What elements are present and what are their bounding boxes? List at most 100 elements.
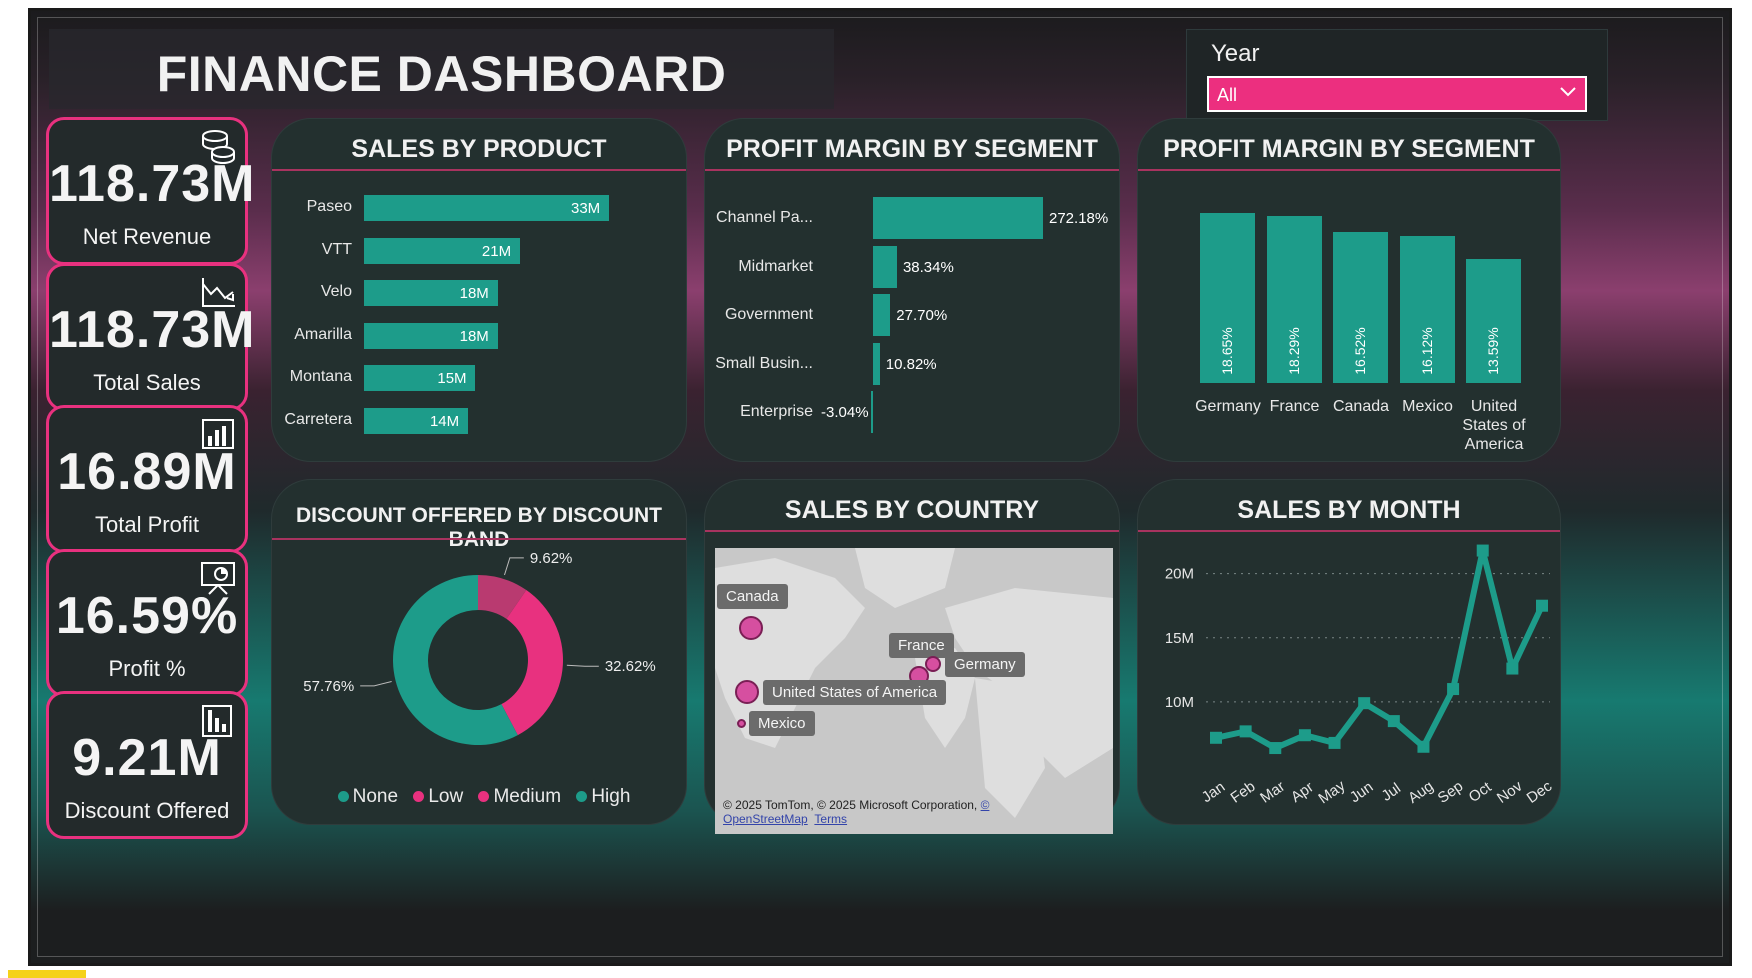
kpi-value: 16.59% — [55, 587, 239, 645]
x-tick-label: Dec — [1524, 777, 1556, 807]
legend-dot — [337, 791, 349, 803]
line-point[interactable] — [1298, 729, 1311, 742]
kpi-discount-offered: 9.21M Discount Offered — [46, 691, 248, 839]
segment-label: Channel Pa... — [716, 209, 813, 226]
year-dropdown[interactable]: All — [1207, 76, 1587, 112]
card-profit-margin-country: PROFIT MARGIN BY SEGMENT 18.65% Germany 18… — [1137, 118, 1561, 462]
donut-leader-line — [566, 664, 599, 667]
kpi-label: Discount Offered — [64, 798, 230, 823]
sales-by-month-chart: 20M 15M 10M Jan FebMar AprMayJun Jul AugSep Oct N… — [1165, 544, 1556, 807]
line-point[interactable] — [1269, 742, 1282, 755]
line-point[interactable] — [1476, 544, 1489, 557]
line-point[interactable] — [1358, 697, 1371, 710]
country-bar-value: 18.65% — [1219, 327, 1235, 375]
segment-label: Enterprise — [740, 403, 813, 420]
legend-dot — [576, 791, 588, 803]
discount-donut-chart: 9.62% 32.62% 57.76% — [303, 550, 656, 745]
map-bubble-usa[interactable] — [735, 680, 759, 704]
card-title: PROFIT MARGIN BY SEGMENT — [726, 135, 1098, 163]
segment-bar[interactable] — [873, 245, 897, 288]
map-bubble-mexico[interactable] — [737, 719, 746, 728]
x-tick-label: May — [1315, 777, 1348, 807]
segment-bar[interactable] — [873, 342, 880, 385]
donut-slice-label: 9.62% — [530, 550, 573, 567]
kpi-total-sales: 118.73M Total Sales — [46, 263, 256, 411]
map-bubble-germany[interactable] — [925, 656, 941, 672]
product-label: Montana — [289, 368, 352, 385]
line-point[interactable] — [1506, 662, 1519, 675]
country-bar-value: 16.52% — [1352, 327, 1368, 375]
kpi-total-profit: 16.89M Total Profit — [46, 405, 248, 553]
line-point[interactable] — [1328, 736, 1341, 749]
y-tick-label: 20M — [1165, 566, 1194, 583]
x-tick-label: Jan — [1199, 778, 1229, 806]
map-label-france: France — [889, 633, 954, 658]
kpi-value: 118.73M — [49, 301, 256, 359]
sales-line — [1215, 547, 1545, 752]
kpi-label: Total Sales — [93, 370, 201, 395]
kpi-value: 16.89M — [57, 443, 237, 501]
segment-bar-value: 27.70% — [896, 307, 948, 324]
kpi-net-revenue: 118.73M Net Revenue — [46, 117, 255, 265]
line-point[interactable] — [1447, 683, 1460, 696]
line-point[interactable] — [1210, 731, 1222, 744]
segment-bar-value: 38.34% — [902, 258, 954, 276]
segment-bar[interactable] — [871, 391, 874, 433]
segment-label: Small Busin... — [715, 354, 813, 372]
donut-slice-label: 57.76% — [303, 678, 354, 695]
kpi-label: Profit % — [108, 656, 186, 681]
legend-none: None — [352, 786, 399, 807]
card-discount-band: DISCOUNT OFFERED BY DISCOUNT BAND 9.62% 3… — [271, 479, 687, 825]
x-tick-label: Jun — [1347, 778, 1377, 806]
y-tick-label: 15M — [1165, 630, 1194, 647]
country-bar-value: 18.29% — [1285, 327, 1302, 375]
segment-bar[interactable] — [873, 294, 891, 336]
donut-slice-label: 32.62% — [605, 658, 656, 675]
line-point[interactable] — [1387, 715, 1400, 728]
map-bubble-canada[interactable] — [739, 616, 763, 640]
x-tick-label: Jul — [1379, 780, 1404, 805]
card-sales-by-product: SALES BY PRODUCT Paseo 33M VTT 21M Velo 18M Am… — [271, 118, 687, 462]
map-label-mexico: Mexico — [749, 711, 815, 736]
country-bar-value: 16.12% — [1418, 327, 1435, 375]
page-title: FINANCE DASHBOARD — [156, 46, 727, 102]
line-point[interactable] — [1536, 599, 1548, 612]
x-tick-label: Mar — [1257, 778, 1288, 807]
page-tab-indicator — [8, 970, 86, 978]
segment-bar-value: 10.82% — [885, 355, 937, 373]
world-map[interactable]: Canada France Germany United States of A… — [715, 548, 1113, 834]
chevron-down-icon — [1560, 87, 1576, 97]
product-label: Carretera — [284, 410, 352, 428]
donut-leader-line — [504, 557, 524, 576]
x-tick-label: Oct — [1466, 778, 1496, 806]
line-point[interactable] — [1239, 725, 1252, 738]
dashboard-frame: FINANCE DASHBOARD Year All 118.73M Net R… — [28, 8, 1732, 966]
map-attribution-text: © 2025 TomTom, © 2025 Microsoft Corporat… — [723, 798, 981, 812]
legend-low: Low — [428, 786, 464, 807]
x-tick-label: Apr — [1288, 779, 1317, 806]
map-label-germany: Germany — [945, 652, 1025, 677]
segment-label: Government — [724, 306, 813, 323]
donut-leader-line — [360, 680, 392, 687]
card-title: SALES BY PRODUCT — [351, 135, 607, 163]
title-banner: FINANCE DASHBOARD — [49, 29, 834, 109]
product-label: Paseo — [306, 198, 352, 215]
legend-medium: Medium — [493, 786, 562, 807]
segment-bar-value: -3.04% — [821, 404, 869, 421]
card-sales-by-country: SALES BY COUNTRY Canada France Germany U… — [704, 479, 1120, 834]
country-label: United States of America — [1462, 398, 1526, 453]
product-bar-value: 21M — [481, 242, 512, 260]
map-attribution: © 2025 TomTom, © 2025 Microsoft Corporat… — [723, 798, 1113, 826]
product-label: Velo — [320, 283, 352, 300]
segment-bar-value: 272.18% — [1049, 210, 1109, 227]
kpi-value: 9.21M — [72, 729, 222, 787]
line-point[interactable] — [1417, 740, 1430, 753]
product-label: Amarilla — [294, 325, 352, 343]
x-tick-label: Aug — [1405, 778, 1437, 807]
card-title: SALES BY COUNTRY — [784, 496, 1040, 524]
year-label: Year — [1211, 40, 1260, 67]
product-bar-value: 33M — [571, 200, 601, 217]
segment-bar[interactable] — [873, 197, 1043, 239]
country-bar-value: 13.59% — [1485, 327, 1501, 375]
terms-link[interactable]: Terms — [814, 812, 847, 826]
